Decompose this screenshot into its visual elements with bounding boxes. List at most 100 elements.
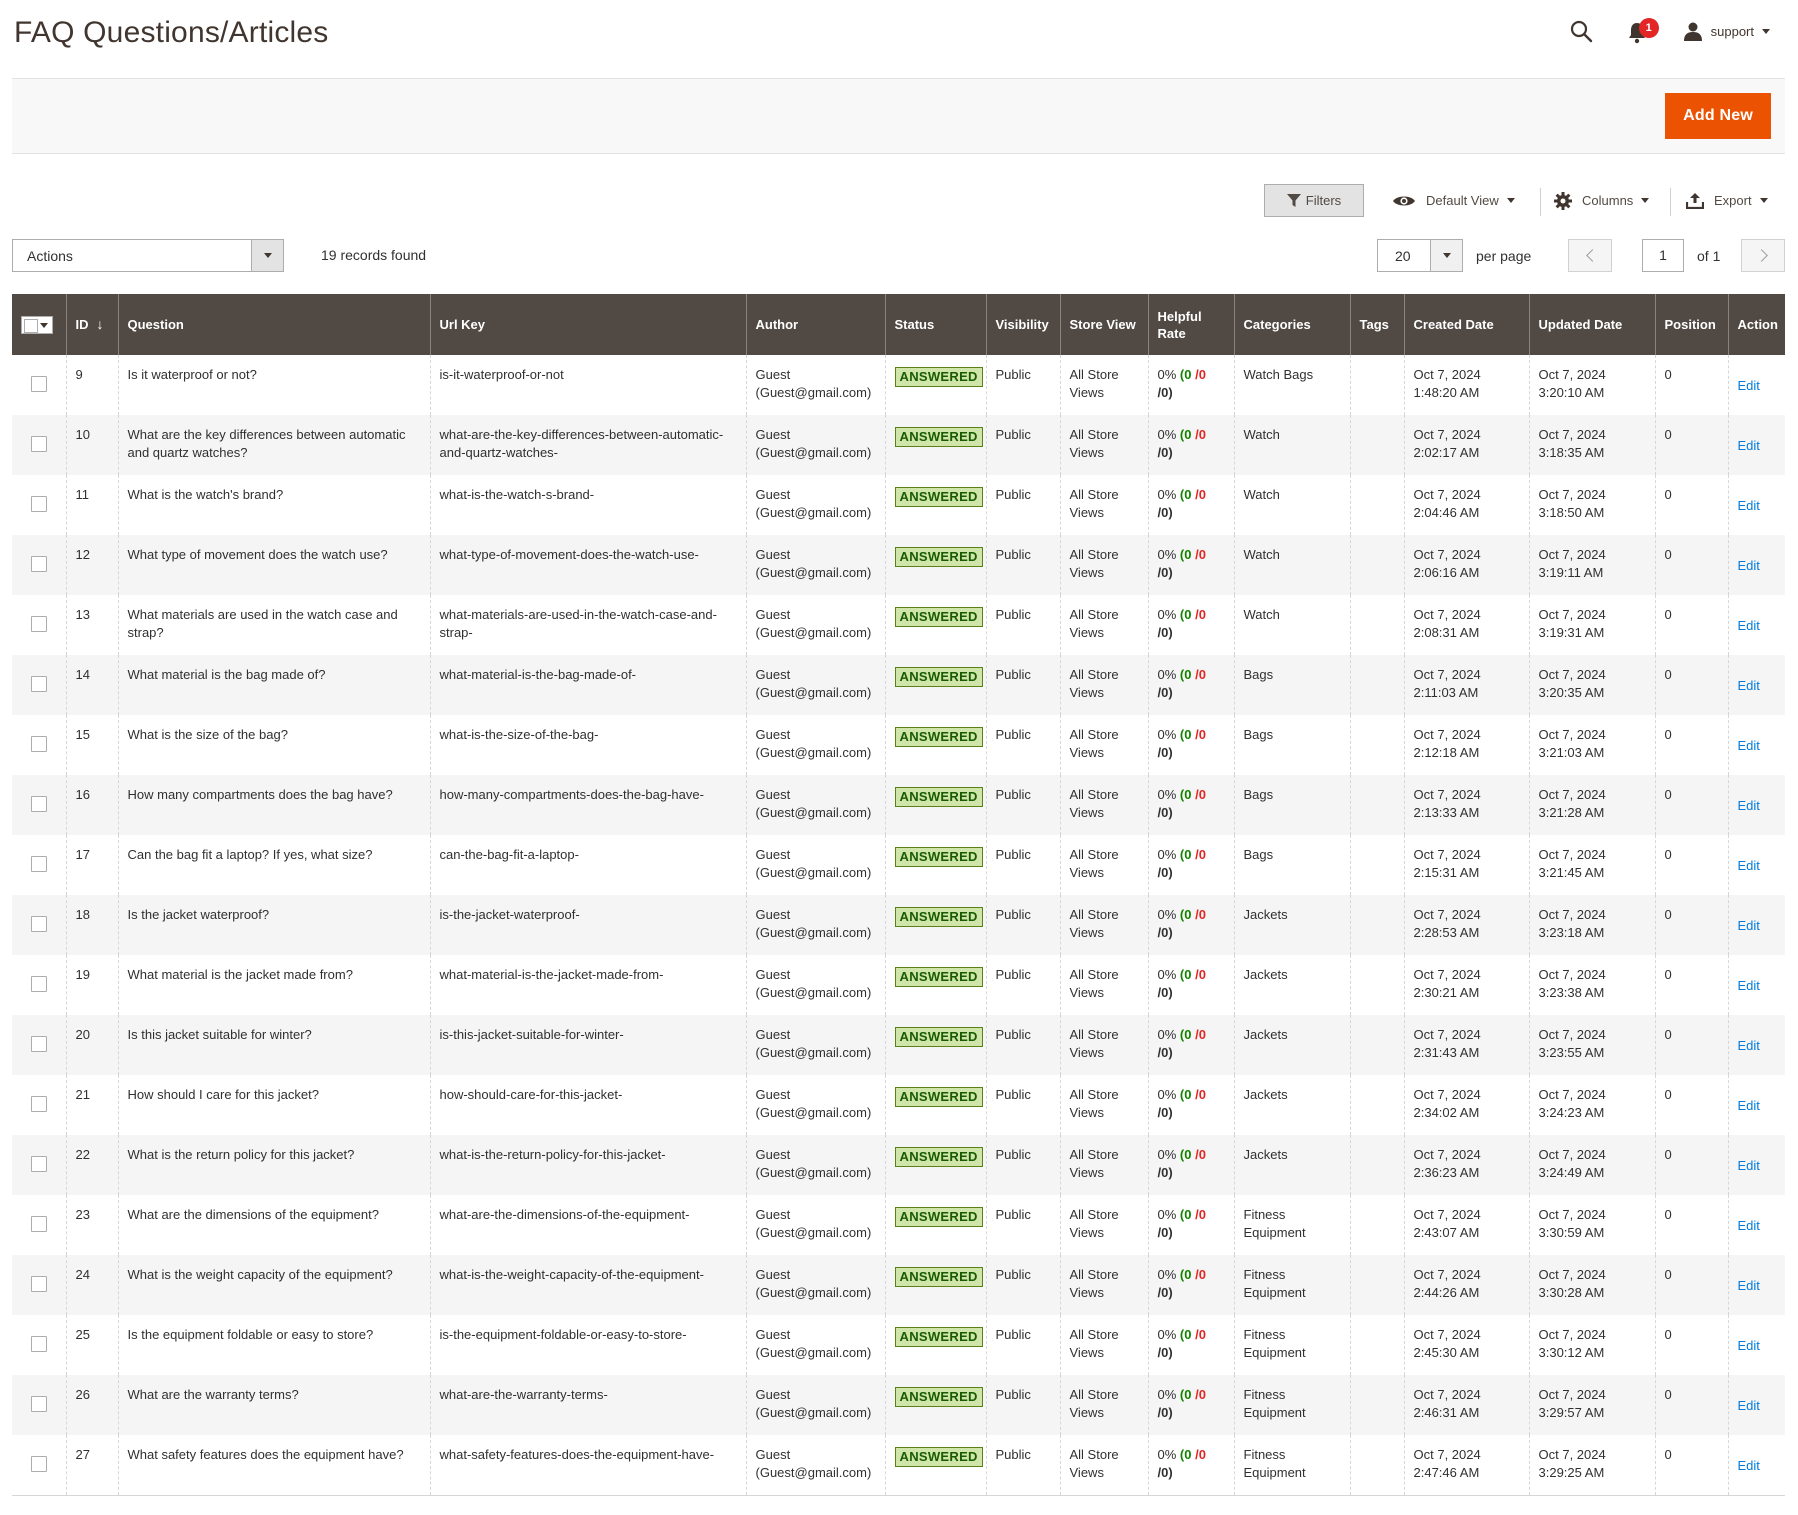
default-view-dropdown[interactable]: Default View bbox=[1392, 184, 1515, 217]
table-row[interactable]: 11 What is the watch's brand? what-is-the-… bbox=[12, 475, 1785, 535]
row-checkbox[interactable] bbox=[30, 376, 47, 392]
row-checkbox[interactable] bbox=[30, 1336, 47, 1352]
mass-actions-select[interactable]: Actions bbox=[12, 239, 284, 272]
add-new-button[interactable]: Add New bbox=[1665, 93, 1771, 139]
column-header-id[interactable]: ID ↓ bbox=[66, 294, 119, 355]
notifications-button[interactable]: 1 bbox=[1627, 18, 1659, 44]
table-row[interactable]: 9 Is it waterproof or not? is-it-waterproo… bbox=[12, 355, 1785, 415]
table-row[interactable]: 27 What safety features does the equipmen… bbox=[12, 1435, 1785, 1496]
row-select-cell[interactable] bbox=[12, 715, 67, 775]
edit-link[interactable]: Edit bbox=[1738, 1337, 1760, 1355]
edit-link[interactable]: Edit bbox=[1738, 557, 1760, 575]
table-row[interactable]: 17 Can the bag fit a laptop? If yes, what… bbox=[12, 835, 1785, 895]
row-select-cell[interactable] bbox=[12, 775, 67, 835]
row-checkbox[interactable] bbox=[30, 1036, 47, 1052]
per-page-select[interactable]: 20 bbox=[1377, 239, 1463, 272]
table-row[interactable]: 14 What material is the bag made of? what-… bbox=[12, 655, 1785, 715]
row-select-cell[interactable] bbox=[12, 1075, 67, 1135]
export-dropdown[interactable]: Export bbox=[1686, 184, 1768, 217]
column-header-visibility[interactable]: Visibility bbox=[986, 294, 1061, 355]
table-row[interactable]: 12 What type of movement does the watch u… bbox=[12, 535, 1785, 595]
edit-link[interactable]: Edit bbox=[1738, 617, 1760, 635]
current-page-input[interactable]: 1 bbox=[1642, 239, 1684, 272]
row-checkbox[interactable] bbox=[30, 1096, 47, 1112]
row-select-cell[interactable] bbox=[12, 1135, 67, 1195]
table-row[interactable]: 19 What material is the jacket made from?… bbox=[12, 955, 1785, 1015]
row-select-cell[interactable] bbox=[12, 1255, 67, 1315]
table-row[interactable]: 24 What is the weight capacity of the equ… bbox=[12, 1255, 1785, 1315]
row-checkbox[interactable] bbox=[30, 556, 47, 572]
edit-link[interactable]: Edit bbox=[1738, 797, 1760, 815]
row-select-cell[interactable] bbox=[12, 1375, 67, 1435]
mass-select-checkbox[interactable] bbox=[21, 315, 53, 334]
edit-link[interactable]: Edit bbox=[1738, 1157, 1760, 1175]
column-header-author[interactable]: Author bbox=[746, 294, 886, 355]
row-select-cell[interactable] bbox=[12, 1315, 67, 1375]
column-header-updated-date[interactable]: Updated Date bbox=[1529, 294, 1656, 355]
row-checkbox[interactable] bbox=[30, 676, 47, 692]
table-row[interactable]: 22 What is the return policy for this jac… bbox=[12, 1135, 1785, 1195]
column-header-categories[interactable]: Categories bbox=[1234, 294, 1351, 355]
table-row[interactable]: 13 What materials are used in the watch c… bbox=[12, 595, 1785, 655]
edit-link[interactable]: Edit bbox=[1738, 1277, 1760, 1295]
edit-link[interactable]: Edit bbox=[1738, 857, 1760, 875]
column-header-tags[interactable]: Tags bbox=[1350, 294, 1405, 355]
row-select-cell[interactable] bbox=[12, 535, 67, 595]
user-menu[interactable]: support bbox=[1683, 21, 1770, 41]
row-select-cell[interactable] bbox=[12, 1195, 67, 1255]
edit-link[interactable]: Edit bbox=[1738, 737, 1760, 755]
row-checkbox[interactable] bbox=[30, 916, 47, 932]
row-checkbox[interactable] bbox=[30, 856, 47, 872]
row-select-cell[interactable] bbox=[12, 1435, 67, 1496]
edit-link[interactable]: Edit bbox=[1738, 1097, 1760, 1115]
row-select-cell[interactable] bbox=[12, 355, 67, 415]
table-row[interactable]: 26 What are the warranty terms? what-are-t… bbox=[12, 1375, 1785, 1435]
edit-link[interactable]: Edit bbox=[1738, 1037, 1760, 1055]
row-checkbox[interactable] bbox=[30, 796, 47, 812]
next-page-button[interactable] bbox=[1741, 239, 1785, 272]
table-row[interactable]: 10 What are the key differences between a… bbox=[12, 415, 1785, 475]
row-select-cell[interactable] bbox=[12, 475, 67, 535]
table-row[interactable]: 15 What is the size of the bag? what-is-th… bbox=[12, 715, 1785, 775]
edit-link[interactable]: Edit bbox=[1738, 917, 1760, 935]
row-select-cell[interactable] bbox=[12, 595, 67, 655]
search-icon[interactable] bbox=[1569, 19, 1593, 43]
table-row[interactable]: 25 Is the equipment foldable or easy to s… bbox=[12, 1315, 1785, 1375]
row-checkbox[interactable] bbox=[30, 1276, 47, 1292]
table-row[interactable]: 20 Is this jacket suitable for winter? is-… bbox=[12, 1015, 1785, 1075]
row-checkbox[interactable] bbox=[30, 736, 47, 752]
mass-select-header[interactable] bbox=[12, 294, 67, 355]
row-checkbox[interactable] bbox=[30, 1456, 47, 1472]
edit-link[interactable]: Edit bbox=[1738, 1397, 1760, 1415]
column-header-store-view[interactable]: Store View bbox=[1060, 294, 1149, 355]
row-select-cell[interactable] bbox=[12, 895, 67, 955]
previous-page-button[interactable] bbox=[1568, 239, 1612, 272]
row-select-cell[interactable] bbox=[12, 415, 67, 475]
edit-link[interactable]: Edit bbox=[1738, 497, 1760, 515]
column-header-created-date[interactable]: Created Date bbox=[1404, 294, 1530, 355]
row-checkbox[interactable] bbox=[30, 1396, 47, 1412]
row-checkbox[interactable] bbox=[30, 1156, 47, 1172]
table-row[interactable]: 18 Is the jacket waterproof? is-the-jacket… bbox=[12, 895, 1785, 955]
table-row[interactable]: 16 How many compartments does the bag hav… bbox=[12, 775, 1785, 835]
table-row[interactable]: 23 What are the dimensions of the equipme… bbox=[12, 1195, 1785, 1255]
row-checkbox[interactable] bbox=[30, 436, 47, 452]
row-checkbox[interactable] bbox=[30, 496, 47, 512]
edit-link[interactable]: Edit bbox=[1738, 377, 1760, 395]
column-header-position[interactable]: Position bbox=[1655, 294, 1729, 355]
filters-button[interactable]: Filters bbox=[1264, 184, 1364, 217]
row-checkbox[interactable] bbox=[30, 976, 47, 992]
row-checkbox[interactable] bbox=[30, 616, 47, 632]
row-select-cell[interactable] bbox=[12, 955, 67, 1015]
edit-link[interactable]: Edit bbox=[1738, 677, 1760, 695]
edit-link[interactable]: Edit bbox=[1738, 1217, 1760, 1235]
row-select-cell[interactable] bbox=[12, 655, 67, 715]
edit-link[interactable]: Edit bbox=[1738, 437, 1760, 455]
edit-link[interactable]: Edit bbox=[1738, 1457, 1760, 1475]
row-checkbox[interactable] bbox=[30, 1216, 47, 1232]
column-header-question[interactable]: Question bbox=[118, 294, 431, 355]
columns-dropdown[interactable]: Columns bbox=[1554, 184, 1650, 217]
edit-link[interactable]: Edit bbox=[1738, 977, 1760, 995]
column-header-url-key[interactable]: Url Key bbox=[430, 294, 747, 355]
row-select-cell[interactable] bbox=[12, 1015, 67, 1075]
